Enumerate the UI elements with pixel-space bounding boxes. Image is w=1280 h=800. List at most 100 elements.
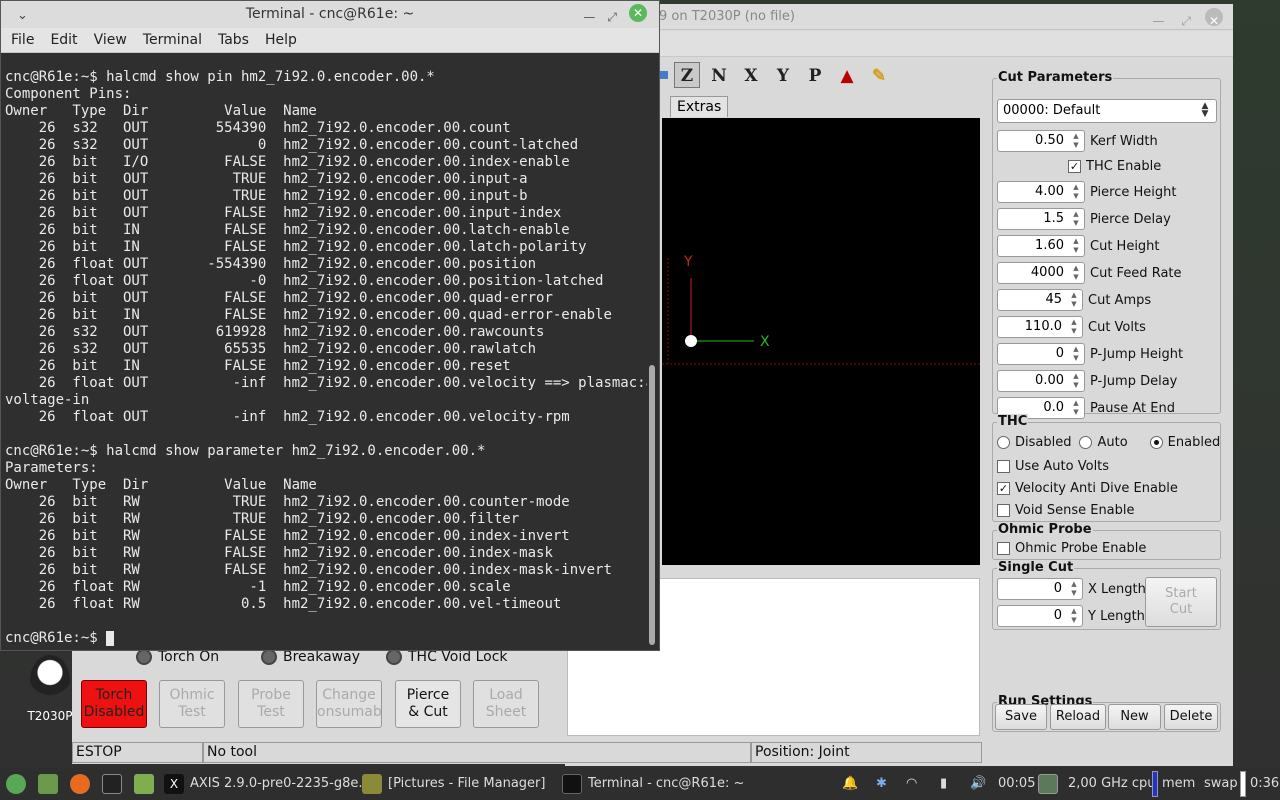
x-length-spinbox[interactable]: 0 ▲ ▼ <box>997 578 1083 600</box>
mem-bar <box>1152 768 1158 800</box>
view-x-button[interactable]: X <box>738 62 764 88</box>
axis-window: 9 on T2030P (no file) — ⤢ ✕ Z N X Y P ▲ … <box>565 4 1233 766</box>
bluetooth-icon[interactable]: ✱ <box>876 768 887 800</box>
thc-void-lock-indicator: THC Void Lock <box>386 649 508 665</box>
tool-icon[interactable] <box>660 71 668 79</box>
terminal-output[interactable]: cnc@R61e:~$ halcmd show pin hm2_7i92.0.e… <box>5 69 647 647</box>
tux-icon <box>30 655 70 705</box>
pierce-delay-spinbox[interactable]: 1.5 ▲ ▼ <box>997 208 1085 230</box>
thc-enable-checkbox[interactable]: ✓ <box>1068 159 1081 173</box>
pierce-cut-button[interactable]: Pierce & Cut <box>395 680 461 728</box>
battery-icon[interactable]: ▮ <box>940 768 947 800</box>
chevron-updown-icon: ▲ ▼ <box>1201 101 1209 119</box>
terminal-line: cnc@R61e:~$ halcmd show parameter hm2_7i… <box>5 443 486 459</box>
pjump-delay-label: P-Jump Delay <box>1090 373 1178 389</box>
pjump-delay-row: 0.00 ▲ ▼ P-Jump Delay <box>997 370 1177 392</box>
view-z2-button[interactable]: N <box>706 62 732 88</box>
use-auto-volts-checkbox[interactable] <box>997 459 1010 473</box>
preview-canvas[interactable]: Y X <box>662 118 980 565</box>
preview-tabs: Extras <box>670 96 729 118</box>
menu-tabs[interactable]: Tabs <box>218 28 249 52</box>
thc-group: THC Disabled Auto Enabled Use Auto Volts… <box>992 414 1221 522</box>
terminal-app-icon <box>562 773 582 794</box>
ohmic-enable-label: Ohmic Probe Enable <box>1015 540 1147 556</box>
cut-feed-rate-spinbox[interactable]: 4000 ▲ ▼ <box>997 262 1085 284</box>
menu-terminal[interactable]: Terminal <box>143 28 202 52</box>
terminal-scrollbar[interactable] <box>649 55 655 647</box>
desktop-icon-label: T2030P <box>27 709 73 723</box>
maximize-icon[interactable]: ⤢ <box>1177 8 1195 28</box>
kerf-width-spinbox[interactable]: 0.50 ▲ ▼ <box>997 130 1085 152</box>
material-select[interactable]: 00000: Default ▲ ▼ <box>997 99 1217 123</box>
tab-extras[interactable]: Extras <box>670 96 729 117</box>
view-p-button[interactable]: P <box>802 62 828 88</box>
change-consumable-button[interactable]: Change onsumable <box>316 680 382 728</box>
wifi-icon[interactable]: ◠ <box>906 768 917 800</box>
minimize-icon[interactable]: — <box>1149 8 1167 28</box>
desktop-icon-t2030p[interactable]: T2030P <box>20 655 80 723</box>
ohmic-enable-checkbox[interactable] <box>997 541 1010 555</box>
pjump-height-spinbox[interactable]: 0 ▲ ▼ <box>997 343 1085 365</box>
probe-test-button[interactable]: Probe Test <box>238 680 304 728</box>
terminal-prompt-line[interactable]: cnc@R61e:~$ <box>5 630 647 647</box>
files-task-label: [Pictures - File Manager] <box>388 776 546 791</box>
anti-dive-checkbox[interactable]: ✓ <box>997 481 1010 495</box>
clear-plot-icon[interactable]: ✎ <box>866 62 892 88</box>
menu-file[interactable]: File <box>11 28 34 52</box>
menu-view[interactable]: View <box>94 28 127 52</box>
volume-icon[interactable]: 🔊 <box>970 768 986 800</box>
menu-edit[interactable]: Edit <box>50 28 77 52</box>
swap-bar <box>1240 768 1246 800</box>
close-icon[interactable]: ✕ <box>629 4 647 22</box>
thc-auto-radio[interactable] <box>1079 435 1093 449</box>
mem-label: mem <box>1162 776 1196 791</box>
files-task[interactable]: [Pictures - File Manager] <box>362 768 545 800</box>
y-length-spinbox[interactable]: 0 ▲ ▼ <box>997 605 1083 627</box>
new-button[interactable]: New <box>1108 704 1161 730</box>
delete-button[interactable]: Delete <box>1164 704 1218 730</box>
pjump-delay-spinbox[interactable]: 0.00 ▲ ▼ <box>997 370 1085 392</box>
taskbar: X AXIS 2.9.0-pre0-2235-g8e... [Pictures -… <box>0 768 1280 800</box>
kerf-width-label: Kerf Width <box>1090 133 1158 149</box>
menu-help[interactable]: Help <box>265 28 297 52</box>
terminal-launcher-icon[interactable] <box>102 768 128 800</box>
void-sense-checkbox[interactable] <box>997 503 1010 517</box>
thc-enabled-label: Enabled <box>1167 434 1221 450</box>
cut-height-spinbox[interactable]: 1.60 ▲ ▼ <box>997 235 1085 257</box>
pierce-height-spinbox[interactable]: 4.00 ▲ ▼ <box>997 181 1085 203</box>
cut-volts-spinbox[interactable]: 110.0 ▲ ▼ <box>997 316 1083 338</box>
torch-disabled-button[interactable]: Torch Disabled <box>81 680 147 728</box>
view-y-button[interactable]: Y <box>770 62 796 88</box>
y-length-label: Y Length <box>1088 608 1145 624</box>
reload-button[interactable]: Reload <box>1050 704 1106 730</box>
axis-task[interactable]: X AXIS 2.9.0-pre0-2235-g8e... <box>164 768 371 800</box>
ohmic-test-button[interactable]: Ohmic Test <box>159 680 225 728</box>
cut-amps-label: Cut Amps <box>1088 292 1152 308</box>
view-z-button[interactable]: Z <box>674 62 700 88</box>
close-icon[interactable]: ✕ <box>1205 8 1223 28</box>
maximize-icon[interactable]: ⤢ <box>607 4 617 31</box>
save-button[interactable]: Save <box>995 704 1047 730</box>
menu-icon[interactable] <box>6 768 32 800</box>
terminal-line: cnc@R61e:~$ halcmd show pin hm2_7i92.0.e… <box>5 69 435 85</box>
files-icon[interactable] <box>134 768 160 800</box>
cut-amps-spinbox[interactable]: 45 ▲ ▼ <box>997 289 1083 311</box>
show-desktop-icon[interactable] <box>38 768 64 800</box>
minimize-icon[interactable]: — <box>583 4 595 31</box>
thc-disabled-radio[interactable] <box>997 435 1010 449</box>
start-cut-button[interactable]: Start Cut <box>1145 577 1217 627</box>
void-sense-row: Void Sense Enable <box>997 499 1135 521</box>
terminal-window: ⌄ Terminal - cnc@R61e: ~ — ⤢ ✕ File Edit… <box>0 0 660 651</box>
scroll-thumb[interactable] <box>649 365 655 645</box>
terminal-task[interactable]: Terminal - cnc@R61e: ~ <box>562 768 744 800</box>
load-sheet-button[interactable]: Load Sheet <box>473 680 539 728</box>
rotate-icon[interactable]: ▲ <box>834 62 860 88</box>
thc-enabled-radio[interactable] <box>1149 435 1163 449</box>
ohmic-enable-row: Ohmic Probe Enable <box>997 537 1146 559</box>
notifications-icon[interactable]: 🔔 <box>842 768 858 800</box>
firefox-icon[interactable] <box>70 768 96 800</box>
anti-dive-label: Velocity Anti Dive Enable <box>1015 480 1178 496</box>
preview-plot <box>662 258 980 365</box>
clock[interactable]: 00:05 <box>998 768 1035 800</box>
window-menu-icon[interactable]: ⌄ <box>17 2 28 29</box>
